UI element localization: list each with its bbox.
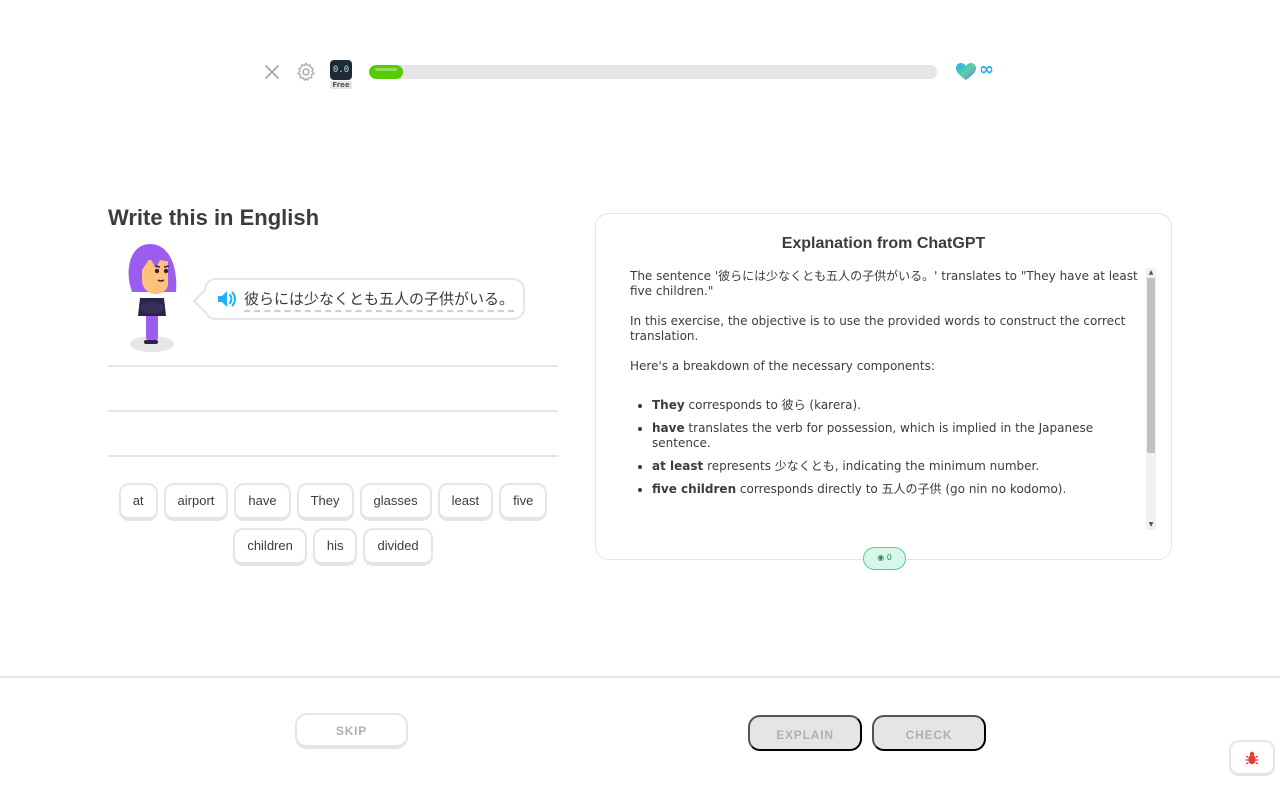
word-chip[interactable]: have (234, 483, 291, 521)
lesson-footer: SKIP EXPLAIN CHECK (0, 676, 1280, 800)
word-bank-row: children his divided (108, 528, 558, 566)
breakdown-term: They (652, 398, 685, 412)
explanation-scrollbar[interactable]: ▲ ▼ (1146, 268, 1156, 530)
scrollbar-thumb[interactable] (1147, 278, 1155, 453)
breakdown-text: translates the verb for possession, whic… (652, 421, 1094, 450)
heart-icon (956, 63, 976, 80)
breakdown-item: have translates the verb for possession,… (652, 421, 1140, 451)
word-chip[interactable]: airport (163, 483, 229, 521)
scroll-down-icon[interactable]: ▼ (1146, 520, 1156, 530)
breakdown-text: corresponds to 彼ら (karera). (684, 398, 862, 412)
word-chip[interactable]: his (312, 528, 358, 566)
badge-face: 0.0 (330, 60, 352, 80)
scroll-up-icon[interactable]: ▲ (1146, 268, 1156, 278)
hearts-count: ∞ (979, 59, 994, 80)
word-chip[interactable]: divided (363, 528, 433, 566)
explanation-title: Explanation from ChatGPT (781, 235, 986, 252)
hearts-indicator[interactable]: ∞ (955, 59, 999, 83)
bug-icon (1245, 751, 1259, 765)
word-chip[interactable]: They (296, 483, 354, 521)
word-chip[interactable]: least (437, 483, 494, 521)
answer-line (108, 455, 558, 457)
gear-icon[interactable] (295, 61, 317, 83)
lesson-progress-bar (369, 65, 937, 79)
answer-line (108, 410, 558, 412)
breakdown-item: five children corresponds directly to 五人… (652, 482, 1140, 497)
breakdown-term: have (652, 421, 685, 435)
word-bank-row: at airport have They glasses least five (108, 483, 558, 521)
breakdown-term: at least (652, 459, 704, 473)
progress-fill (369, 65, 404, 79)
badge-label: Free (330, 81, 352, 89)
word-bank: at airport have They glasses least five … (108, 483, 558, 573)
check-button[interactable]: CHECK (872, 715, 986, 751)
word-chip[interactable]: glasses (359, 483, 432, 521)
explanation-paragraph: In this exercise, the objective is to us… (630, 314, 1126, 343)
explanation-paragraph: Here's a breakdown of the necessary comp… (630, 359, 935, 373)
breakdown-text: corresponds directly to 五人の子供 (go nin no… (736, 482, 1067, 496)
speaker-icon[interactable] (216, 289, 238, 309)
close-icon[interactable] (262, 62, 282, 82)
breakdown-list: They corresponds to 彼ら (karera). have tr… (630, 398, 1140, 497)
explanation-body[interactable]: The sentence '彼らには少なくとも五人の子供がいる。' transl… (630, 269, 1140, 531)
explain-button[interactable]: EXPLAIN (748, 715, 862, 751)
token-icon: ◉ (877, 553, 885, 562)
token-badge: ◉ 0 (863, 547, 906, 570)
lesson-header: 0.0 Free ∞ (262, 58, 1002, 92)
explanation-paragraph: The sentence '彼らには少なくとも五人の子供がいる。' transl… (630, 269, 1138, 298)
prompt-bubble: 彼らには少なくとも五人の子供がいる。 (204, 278, 525, 320)
word-chip[interactable]: children (233, 528, 307, 566)
breakdown-text: represents 少なくとも, indicating the minimum… (703, 459, 1040, 473)
word-chip[interactable]: five (499, 483, 548, 521)
report-bug-button[interactable] (1229, 740, 1275, 776)
word-chip[interactable]: at (118, 483, 158, 521)
skip-button[interactable]: SKIP (295, 713, 408, 749)
character-illustration (128, 244, 177, 352)
token-count: 0 (886, 553, 892, 562)
breakdown-item: at least represents 少なくとも, indicating th… (652, 459, 1140, 474)
prompt-sentence[interactable]: 彼らには少なくとも五人の子供がいる。 (244, 288, 515, 312)
answer-line (108, 365, 558, 367)
exercise-title: Write this in English (108, 205, 320, 230)
breakdown-item: They corresponds to 彼ら (karera). (652, 398, 1140, 413)
explanation-panel: Explanation from ChatGPT The sentence '彼… (595, 213, 1172, 570)
plan-badge[interactable]: 0.0 Free (330, 60, 352, 90)
breakdown-term: five children (652, 482, 737, 496)
